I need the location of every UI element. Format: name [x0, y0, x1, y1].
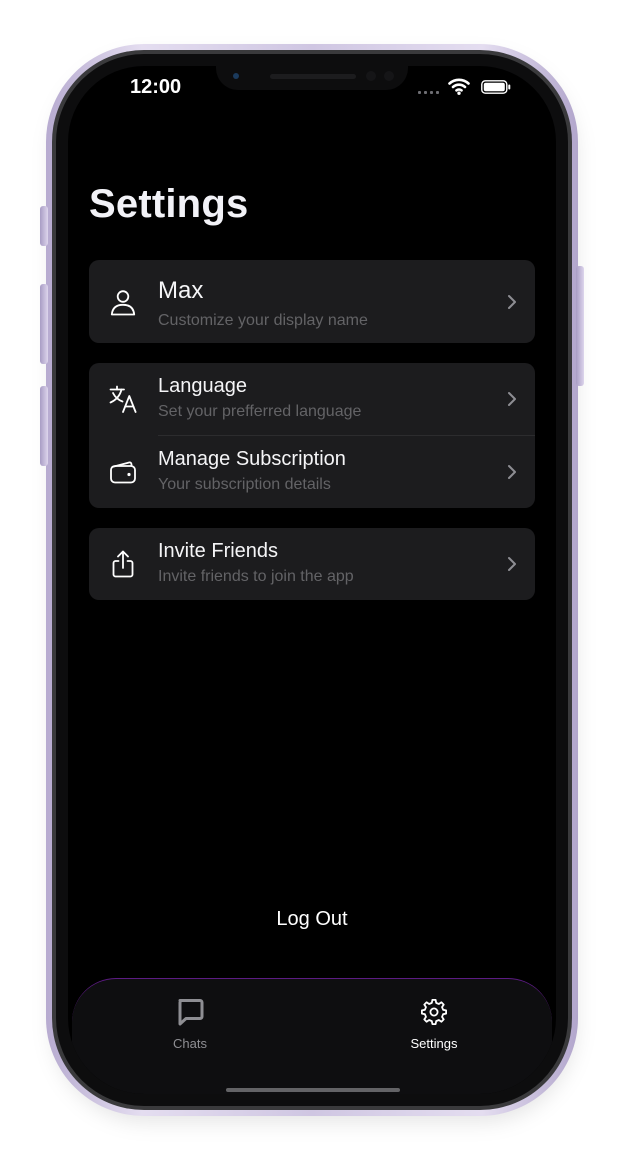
tab-bar: Chats Settings: [72, 978, 552, 1094]
invite-friends-subtitle: Invite friends to join the app: [158, 568, 354, 585]
subscription-row[interactable]: Manage Subscription Your subscription de…: [89, 436, 535, 508]
volume-up-button: [40, 284, 48, 364]
share-icon: [112, 550, 134, 578]
invite-friends-row[interactable]: Invite Friends Invite friends to join th…: [89, 528, 535, 600]
profile-subtitle: Customize your display name: [158, 312, 368, 329]
person-icon: [110, 290, 136, 316]
chevron-right-icon: [508, 295, 516, 309]
status-time: 12:00: [130, 76, 182, 98]
wallet-icon: [110, 461, 136, 484]
chevron-right-icon: [508, 557, 516, 571]
phone-screen: 12:00 Settings Max Customize your displa…: [68, 66, 556, 1094]
sensor: [366, 71, 376, 81]
translate-icon: [109, 385, 137, 413]
mute-switch: [40, 206, 48, 246]
volume-down-button: [40, 386, 48, 466]
tab-chats-label: Chats: [173, 1036, 207, 1051]
earpiece-speaker: [270, 74, 356, 79]
language-title: Language: [158, 375, 247, 397]
home-indicator: [226, 1088, 400, 1092]
profile-row[interactable]: Max Customize your display name: [89, 260, 535, 343]
invite-card: Invite Friends Invite friends to join th…: [89, 528, 535, 600]
battery-icon: [481, 80, 511, 94]
sensor: [384, 71, 394, 81]
subscription-subtitle: Your subscription details: [158, 476, 331, 493]
chat-bubble-icon: [178, 999, 204, 1026]
tab-chats[interactable]: Chats: [140, 997, 240, 1051]
logout-button[interactable]: Log Out: [68, 908, 556, 931]
tab-settings-label: Settings: [410, 1036, 458, 1051]
power-button: [576, 266, 584, 386]
language-row[interactable]: Language Set your prefferred language: [89, 363, 535, 435]
profile-card: Max Customize your display name: [89, 260, 535, 343]
wifi-icon: [448, 78, 470, 95]
page-title: Settings: [89, 182, 249, 226]
chevron-right-icon: [508, 392, 516, 406]
subscription-title: Manage Subscription: [158, 448, 346, 470]
gear-icon: [421, 999, 447, 1025]
invite-friends-title: Invite Friends: [158, 540, 279, 562]
tab-settings[interactable]: Settings: [384, 997, 484, 1051]
preferences-card: Language Set your prefferred language Ma…: [89, 363, 535, 508]
cellular-signal-icon: [418, 91, 439, 94]
language-subtitle: Set your prefferred language: [158, 403, 362, 420]
chevron-right-icon: [508, 465, 516, 479]
front-camera: [233, 73, 239, 79]
profile-name: Max: [158, 277, 204, 304]
notch: [216, 66, 408, 90]
